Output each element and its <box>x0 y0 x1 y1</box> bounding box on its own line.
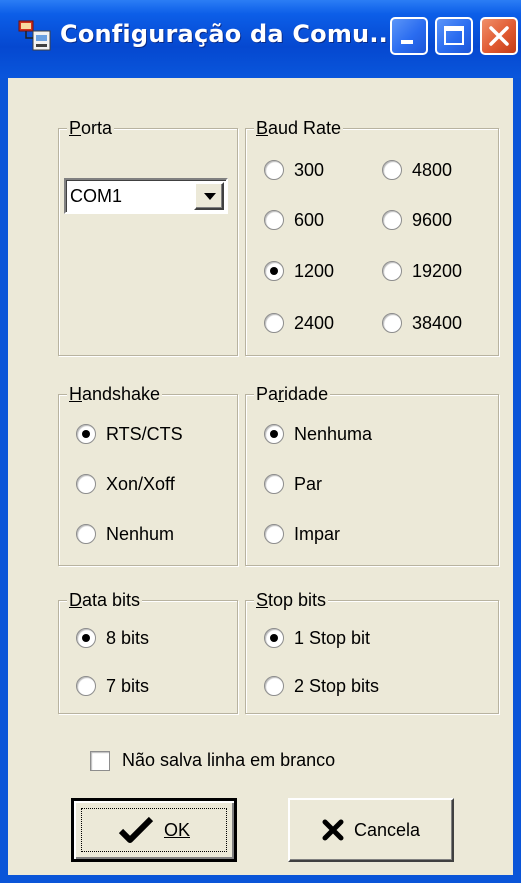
handshake-nenhum-radio[interactable]: Nenhum <box>76 522 174 546</box>
cancel-button[interactable]: Cancela <box>288 798 454 862</box>
stop-bits-2-radio[interactable]: 2 Stop bits <box>264 674 379 698</box>
paridade-par-label: Par <box>294 473 323 494</box>
porta-selected-value: COM1 <box>70 186 123 206</box>
close-icon <box>489 26 509 46</box>
baud-4800-label: 4800 <box>412 159 453 180</box>
baud-600-radio[interactable]: 600 <box>264 208 324 232</box>
porta-group-title: Porta <box>67 117 115 139</box>
baud-300-radio[interactable]: 300 <box>264 158 324 182</box>
x-icon <box>322 819 344 841</box>
baud-9600-radio[interactable]: 9600 <box>382 208 452 232</box>
title-bar[interactable]: Configuração da Comu... <box>0 0 521 78</box>
baud-4800-radio[interactable]: 4800 <box>382 158 452 182</box>
baud-38400-label: 38400 <box>412 312 463 333</box>
baud-1200-label: 1200 <box>294 260 335 281</box>
stop-bits-group-title: Stop bits <box>254 589 329 611</box>
network-config-icon <box>18 20 51 51</box>
baud-600-label: 600 <box>294 209 325 230</box>
porta-select[interactable]: COM1 <box>64 178 228 214</box>
paridade-nenhuma-label: Nenhuma <box>294 423 373 444</box>
stop-bits-1-radio[interactable]: 1 Stop bit <box>264 626 370 650</box>
data-bits-group-title: Data bits <box>67 589 143 611</box>
handshake-xonxoff-label: Xon/Xoff <box>106 473 175 494</box>
baud-38400-radio[interactable]: 38400 <box>382 311 462 335</box>
handshake-nenhum-label: Nenhum <box>106 523 175 544</box>
config-dialog-window: Configuração da Comu... Porta COM1 Baud … <box>0 0 521 883</box>
maximize-button[interactable] <box>435 17 473 55</box>
baud-1200-radio[interactable]: 1200 <box>264 259 334 283</box>
checkbox-box[interactable] <box>90 750 110 771</box>
maximize-icon <box>444 26 464 45</box>
data-bits-7-radio[interactable]: 7 bits <box>76 674 149 698</box>
paridade-nenhuma-radio[interactable]: Nenhuma <box>264 422 372 446</box>
window-title: Configuração da Comu... <box>60 20 398 48</box>
baud-rate-group-title: Baud Rate <box>254 117 344 139</box>
paridade-impar-radio[interactable]: Impar <box>264 522 340 546</box>
baud-19200-radio[interactable]: 19200 <box>382 259 462 283</box>
baud-9600-label: 9600 <box>412 209 453 230</box>
focus-rect <box>81 808 227 852</box>
baud-19200-label: 19200 <box>412 260 463 281</box>
porta-group: Porta <box>58 117 238 356</box>
baud-2400-radio[interactable]: 2400 <box>264 311 334 335</box>
data-bits-8-radio[interactable]: 8 bits <box>76 626 149 650</box>
baud-300-label: 300 <box>294 159 325 180</box>
baud-2400-label: 2400 <box>294 312 335 333</box>
cancel-button-label: Cancela <box>353 819 421 840</box>
paridade-par-radio[interactable]: Par <box>264 472 322 496</box>
handshake-rtscts-radio[interactable]: RTS/CTS <box>76 422 183 446</box>
dialog-body: Porta COM1 Baud Rate 300 4800 600 9600 1… <box>8 78 513 875</box>
paridade-group-title: Paridade <box>254 383 331 405</box>
minimize-icon <box>401 40 413 44</box>
stop-bits-1-label: 1 Stop bit <box>294 627 371 648</box>
handshake-group-title: Handshake <box>67 383 163 405</box>
checkbox-label: Não salva linha em branco <box>122 750 336 770</box>
ok-button[interactable]: OK <box>71 798 237 862</box>
stop-bits-2-label: 2 Stop bits <box>294 675 380 696</box>
handshake-rtscts-label: RTS/CTS <box>106 423 183 444</box>
close-button[interactable] <box>480 17 518 55</box>
paridade-impar-label: Impar <box>294 523 341 544</box>
minimize-button[interactable] <box>390 17 428 55</box>
nao-salva-linha-checkbox[interactable]: Não salva linha em branco <box>90 750 335 771</box>
data-bits-8-label: 8 bits <box>106 627 150 648</box>
data-bits-7-label: 7 bits <box>106 675 150 696</box>
handshake-xonxoff-radio[interactable]: Xon/Xoff <box>76 472 175 496</box>
chevron-down-icon[interactable] <box>194 182 224 210</box>
